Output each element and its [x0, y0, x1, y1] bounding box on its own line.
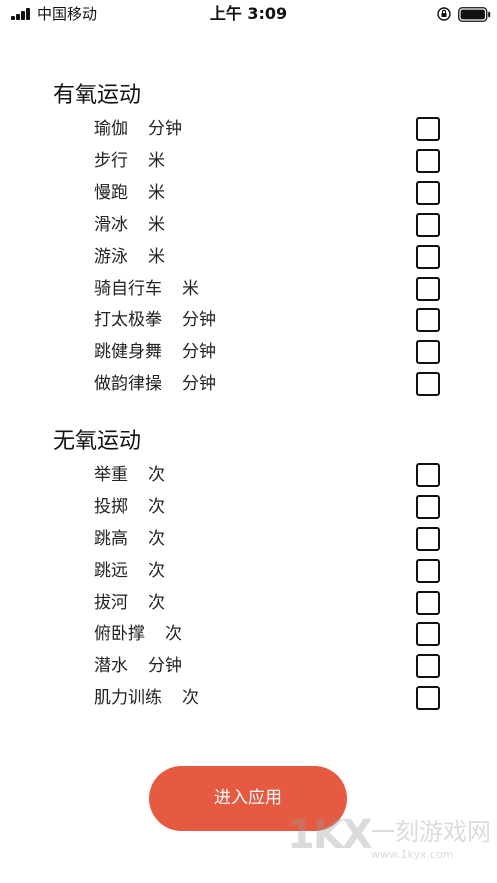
item-checkbox[interactable]	[416, 527, 440, 551]
list-item: 俯卧撑次	[94, 619, 444, 649]
watermark-url: www.1kyx.com	[371, 848, 454, 861]
item-checkbox[interactable]	[416, 181, 440, 205]
item-label: 俯卧撑次	[94, 624, 182, 644]
item-label: 滑冰米	[94, 215, 165, 235]
app-screen: 中国移动 上午 3:09 有氧运动 瑜伽 分钟 步行米 慢跑米 滑冰米 游泳米 骑…	[0, 0, 497, 883]
item-checkbox[interactable]	[416, 654, 440, 678]
item-checkbox[interactable]	[416, 495, 440, 519]
list-item: 骑自行车米	[94, 274, 444, 304]
watermark: 1KX 一刻游戏网 www.1kyx.com	[287, 810, 497, 868]
section-title-aerobic: 有氧运动	[53, 83, 142, 108]
list-item: 投掷次	[94, 492, 444, 522]
item-checkbox[interactable]	[416, 559, 440, 583]
list-item: 打太极拳 分钟	[94, 305, 444, 335]
watermark-name: 一刻游戏网	[371, 818, 491, 846]
item-label: 跳远次	[94, 561, 165, 581]
item-checkbox[interactable]	[416, 340, 440, 364]
list-item: 跳健身舞 分钟	[94, 337, 444, 367]
item-label: 跳健身舞 分钟	[94, 342, 216, 362]
status-time: 上午 3:09	[209, 4, 288, 23]
list-item: 慢跑米	[94, 178, 444, 208]
item-checkbox[interactable]	[416, 308, 440, 332]
list-item: 举重次	[94, 460, 444, 490]
item-label: 跳高次	[94, 529, 165, 549]
list-item: 步行米	[94, 146, 444, 176]
item-checkbox[interactable]	[416, 686, 440, 710]
section-title-anaerobic: 无氧运动	[53, 429, 142, 454]
watermark-logo: 1KX	[287, 812, 373, 858]
list-item: 肌力训练次	[94, 683, 444, 713]
item-label: 拔河次	[94, 593, 165, 613]
item-label: 举重次	[94, 465, 165, 485]
list-item: 潜水 分钟	[94, 651, 444, 681]
item-label: 慢跑米	[94, 183, 165, 203]
item-checkbox[interactable]	[416, 117, 440, 141]
list-item: 滑冰米	[94, 210, 444, 240]
list-item: 跳高次	[94, 524, 444, 554]
list-item: 做韵律操 分钟	[94, 369, 444, 399]
item-label: 投掷次	[94, 497, 165, 517]
item-checkbox[interactable]	[416, 463, 440, 487]
item-label: 打太极拳 分钟	[94, 310, 216, 330]
item-checkbox[interactable]	[416, 622, 440, 646]
battery-icon	[458, 7, 491, 22]
list-item: 瑜伽 分钟	[94, 114, 444, 144]
item-label: 做韵律操 分钟	[94, 374, 216, 394]
item-label: 游泳米	[94, 247, 165, 267]
item-label: 骑自行车米	[94, 279, 199, 299]
list-item: 拔河次	[94, 588, 444, 618]
item-checkbox[interactable]	[416, 245, 440, 269]
item-checkbox[interactable]	[416, 372, 440, 396]
status-bar: 中国移动 上午 3:09	[0, 0, 497, 30]
item-label: 瑜伽 分钟	[94, 119, 182, 139]
orientation-lock-icon	[437, 7, 451, 21]
item-checkbox[interactable]	[416, 277, 440, 301]
item-checkbox[interactable]	[416, 149, 440, 173]
list-item: 游泳米	[94, 242, 444, 272]
item-label: 潜水 分钟	[94, 656, 182, 676]
item-label: 肌力训练次	[94, 688, 199, 708]
item-checkbox[interactable]	[416, 213, 440, 237]
item-label: 步行米	[94, 151, 165, 171]
item-checkbox[interactable]	[416, 591, 440, 615]
list-item: 跳远次	[94, 556, 444, 586]
